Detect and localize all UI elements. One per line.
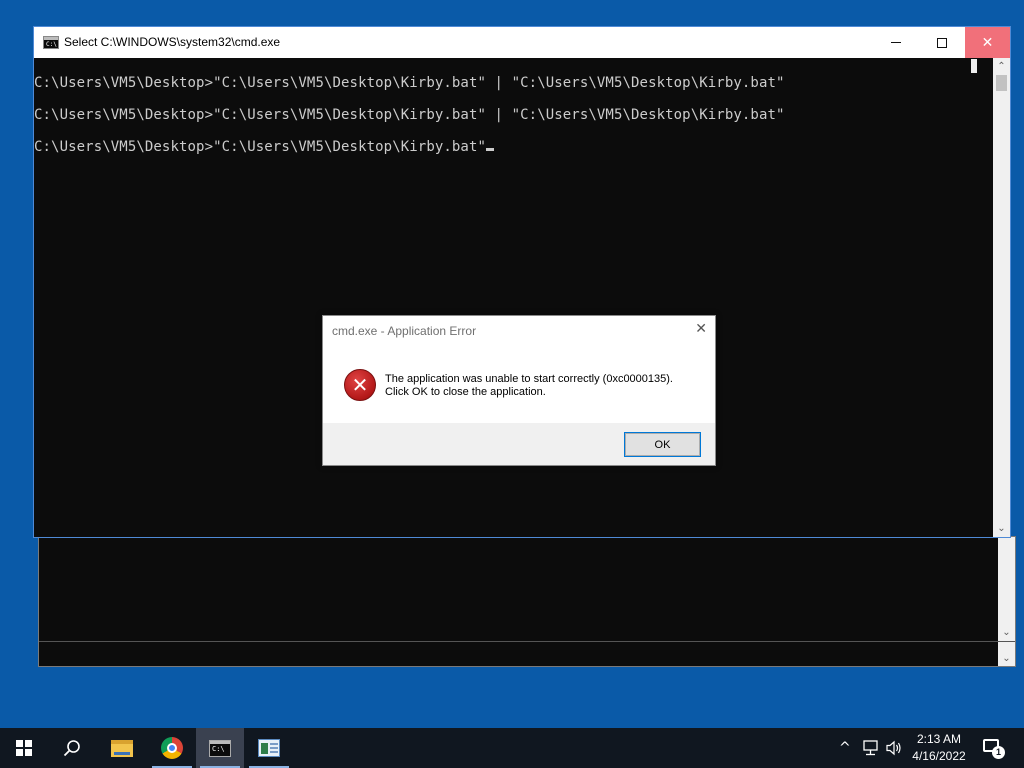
ok-button[interactable]: OK: [624, 432, 701, 457]
console-line-2: C:\Users\VM5\Desktop>"C:\Users\VM5\Deskt…: [34, 107, 785, 123]
scroll-up-arrow-icon[interactable]: ⌃: [993, 58, 1010, 75]
dialog-message-line2: Click OK to close the application.: [385, 386, 546, 398]
dialog-footer: OK: [323, 423, 715, 465]
clock-time: 2:13 AM: [916, 732, 962, 746]
notification-badge: 1: [992, 746, 1005, 759]
dialog-close-button[interactable]: ✕: [695, 321, 707, 337]
scroll-down-arrow-icon[interactable]: ⌄: [993, 520, 1010, 537]
divider: [39, 641, 1015, 642]
clock-date: 4/16/2022: [912, 749, 966, 763]
scroll-down-arrow-icon[interactable]: ⌄: [998, 650, 1015, 667]
taskbar-clock[interactable]: 2:13 AM 4/16/2022: [906, 731, 972, 765]
console-line-3: C:\Users\VM5\Desktop>"C:\Users\VM5\Deskt…: [34, 139, 495, 155]
cmd-window-title: Select C:\WINDOWS\system32\cmd.exe: [64, 35, 281, 49]
console-line-3-text: C:\Users\VM5\Desktop>"C:\Users\VM5\Deskt…: [34, 139, 487, 155]
background-scrollbar[interactable]: ⌄: [998, 537, 1015, 641]
console-line-1: C:\Users\VM5\Desktop>"C:\Users\VM5\Deskt…: [34, 75, 785, 91]
notification-center-button[interactable]: 1: [983, 739, 1005, 759]
application-icon: [258, 739, 280, 757]
file-explorer-button[interactable]: [98, 728, 146, 768]
selection-caret: [971, 59, 977, 73]
cmd-taskbar-button[interactable]: C:\: [196, 728, 244, 768]
background-scrollbar-lower[interactable]: ⌄: [998, 642, 1015, 666]
taskbar: C:\ ^ 2:13 AM 4/16/2022 1: [0, 728, 1024, 768]
minimize-icon: [890, 42, 901, 43]
minimize-button[interactable]: [873, 27, 918, 58]
application-error-dialog[interactable]: cmd.exe - Application Error ✕ ✕ The appl…: [322, 315, 716, 466]
error-x-icon: ✕: [344, 369, 376, 401]
dialog-message-line1: The application was unable to start corr…: [385, 373, 673, 385]
scroll-thumb[interactable]: [996, 75, 1007, 91]
cmd-icon: C:\: [209, 739, 231, 757]
cmd-app-icon[interactable]: C:\: [43, 36, 59, 49]
chrome-icon: [161, 737, 183, 759]
tray-chevron-icon[interactable]: ^: [839, 740, 851, 756]
windows-logo-icon: [16, 740, 32, 756]
text-cursor: [486, 148, 495, 151]
cmd-icon-prompt: C:\: [46, 41, 57, 48]
network-icon[interactable]: [863, 740, 880, 756]
close-icon: ✕: [981, 34, 994, 51]
search-button[interactable]: [48, 728, 96, 768]
maximize-icon: [936, 37, 947, 48]
search-icon: [63, 740, 80, 757]
close-button[interactable]: ✕: [965, 27, 1010, 58]
cmd-taskbar-prompt: C:\: [212, 744, 225, 753]
volume-icon[interactable]: [886, 740, 903, 756]
console-scrollbar[interactable]: ⌃ ⌄: [993, 58, 1010, 537]
chrome-button[interactable]: [148, 728, 196, 768]
maximize-button[interactable]: [919, 27, 964, 58]
app-taskbar-button[interactable]: [245, 728, 293, 768]
folder-icon: [111, 739, 133, 757]
scroll-down-arrow-icon[interactable]: ⌄: [998, 624, 1015, 641]
start-button[interactable]: [0, 728, 48, 768]
dialog-message: The application was unable to start corr…: [385, 373, 673, 399]
dialog-title: cmd.exe - Application Error: [332, 324, 477, 338]
cmd-titlebar[interactable]: C:\ Select C:\WINDOWS\system32\cmd.exe ✕: [34, 27, 1010, 58]
background-console-window[interactable]: ⌄ ⌄: [38, 536, 1016, 667]
